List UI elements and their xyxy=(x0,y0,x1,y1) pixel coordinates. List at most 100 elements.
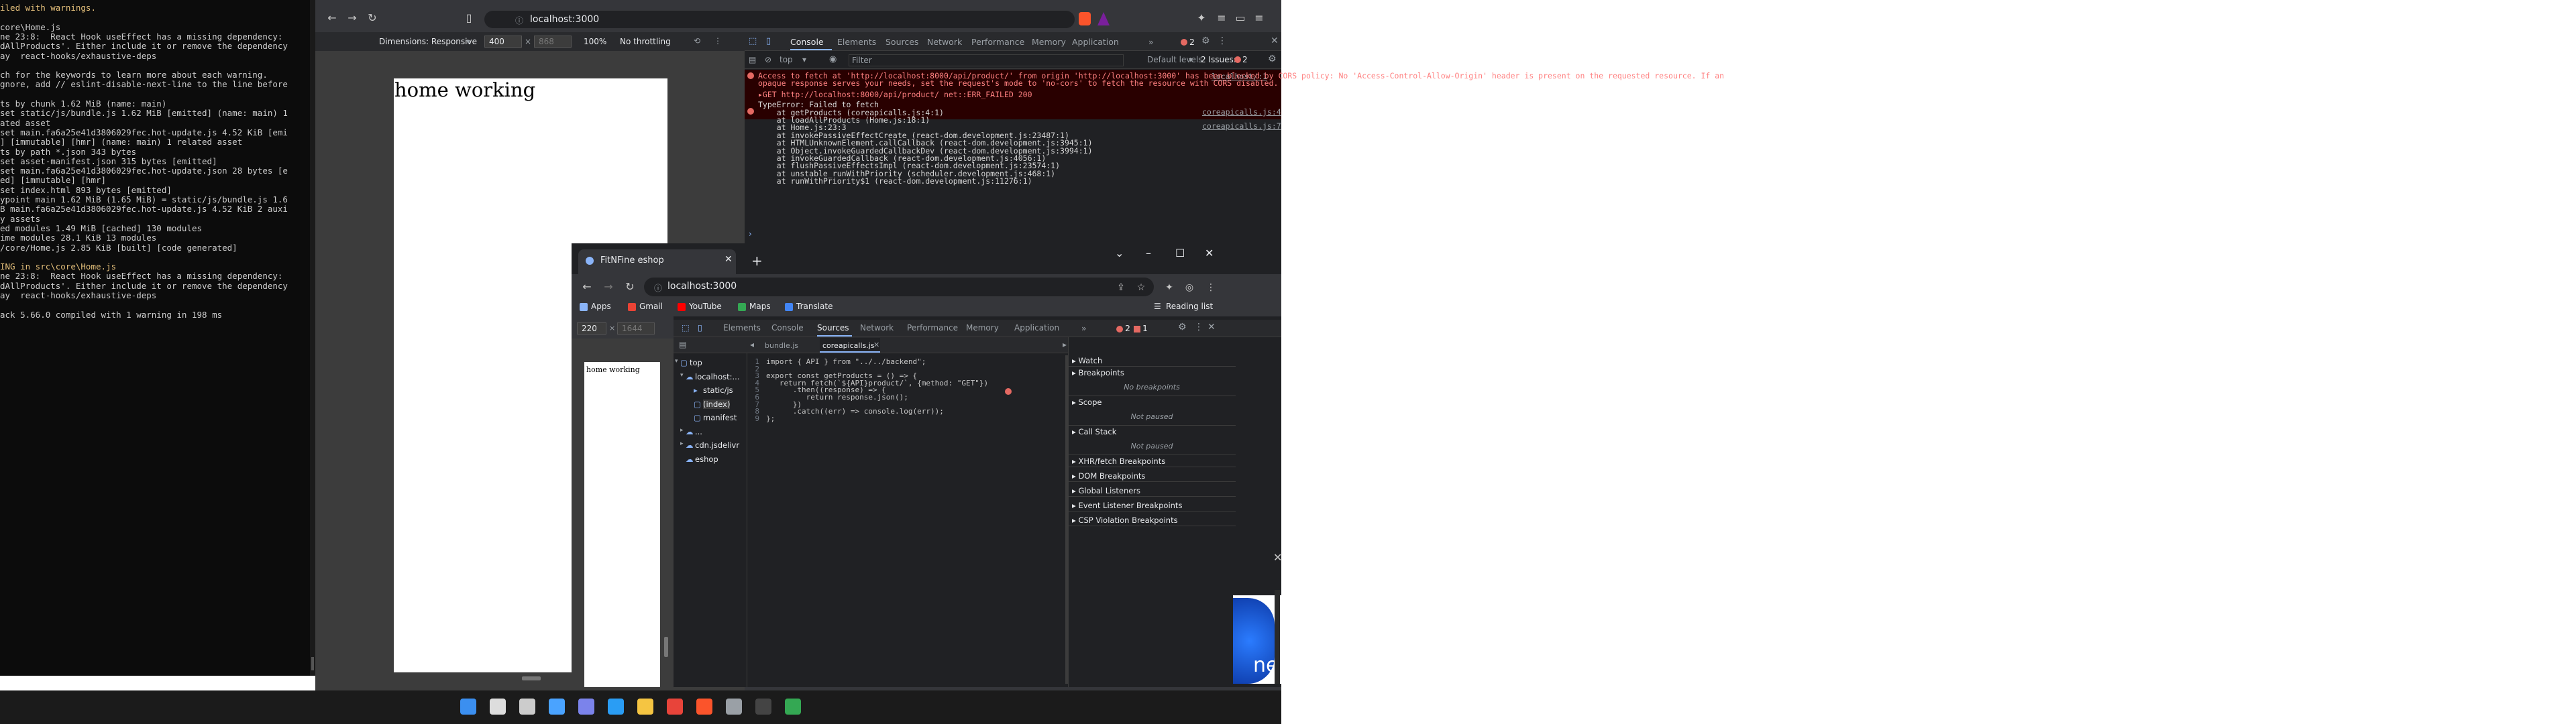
file-tree-arrow-icon[interactable]: ▾ xyxy=(680,372,684,379)
bookmark-maps[interactable]: Maps xyxy=(749,302,771,311)
debugger-section-scope[interactable]: ▸ Scope xyxy=(1072,398,1102,407)
extensions-icon[interactable]: ✦ xyxy=(1194,11,1209,25)
more-tabs-icon[interactable]: » xyxy=(1148,37,1154,47)
forward-arrow-icon[interactable]: → xyxy=(601,280,616,294)
terminal-scroll-thumb[interactable] xyxy=(311,657,314,670)
viewport-resize-handle[interactable] xyxy=(664,637,668,657)
bookmark-star-icon[interactable]: ☆ xyxy=(1134,280,1148,295)
file-tree-item[interactable]: (index) xyxy=(703,399,731,409)
close-devtools-icon[interactable]: ✕ xyxy=(1271,36,1279,46)
devtools-tab-memory[interactable]: Memory xyxy=(1032,37,1066,47)
devtools-tab-sources[interactable]: Sources xyxy=(817,323,849,333)
devtools-more-icon[interactable]: ⋮ xyxy=(1218,36,1227,46)
start-icon[interactable] xyxy=(460,699,476,715)
devtools-tab-elements[interactable]: Elements xyxy=(723,323,761,333)
device-toggle-icon[interactable]: ▯ xyxy=(766,36,771,46)
bookmark-tab-icon[interactable]: ▯ xyxy=(462,11,476,25)
dimensions-select[interactable]: Dimensions: Responsive xyxy=(379,37,477,46)
throttle-select[interactable]: No throttling xyxy=(620,37,671,46)
error-count[interactable]: 2 xyxy=(1125,323,1130,333)
debugger-section-xhr-fetch-breakpoints[interactable]: ▸ XHR/fetch Breakpoints xyxy=(1072,457,1165,466)
devtools-tab-sources[interactable]: Sources xyxy=(885,37,918,47)
debugger-section-watch[interactable]: ▸ Watch xyxy=(1072,356,1102,365)
rotate-icon[interactable]: ⟲ xyxy=(694,36,700,46)
search-icon[interactable] xyxy=(490,699,506,715)
context-dropdown-icon[interactable]: ▾ xyxy=(802,55,806,64)
close-tab-icon[interactable]: ✕ xyxy=(724,254,733,265)
device-toggle-icon[interactable]: ▯ xyxy=(698,322,702,333)
vscode-icon[interactable] xyxy=(608,699,624,715)
device-more-icon[interactable]: ⋮ xyxy=(714,36,722,46)
task-view-icon[interactable] xyxy=(519,699,535,715)
terminal-scrollbar[interactable] xyxy=(310,0,315,676)
file-tree-item[interactable]: eshop xyxy=(695,455,718,464)
bookmark-gmail[interactable]: Gmail xyxy=(639,302,663,311)
sidebar-icon[interactable]: ▭ xyxy=(1233,11,1248,25)
device-height-input[interactable]: 1644 xyxy=(617,322,655,335)
inspect-element-icon[interactable]: ⬚ xyxy=(749,36,757,46)
devtools-tab-application[interactable]: Application xyxy=(1014,323,1059,333)
log-levels-select[interactable]: Default levels xyxy=(1147,55,1202,64)
devtools-tab-memory[interactable]: Memory xyxy=(966,323,999,333)
live-expression-icon[interactable]: ◉ xyxy=(829,54,837,64)
overlay-close-icon[interactable]: ✕ xyxy=(1273,551,1282,564)
file-tree-arrow-icon[interactable]: ▸ xyxy=(680,440,684,447)
site-info-icon[interactable]: ⓘ xyxy=(654,282,662,294)
inspect-element-icon[interactable]: ⬚ xyxy=(682,322,690,333)
devtools-tab-application[interactable]: Application xyxy=(1072,37,1119,47)
debugger-section-dom-breakpoints[interactable]: ▸ DOM Breakpoints xyxy=(1072,471,1145,481)
file-tree-item[interactable]: ... xyxy=(695,427,702,436)
console-prompt-icon[interactable]: › xyxy=(749,229,752,239)
forward-arrow-icon[interactable]: → xyxy=(345,11,360,25)
devtools-tab-network[interactable]: Network xyxy=(927,37,962,47)
brave-shield-icon[interactable] xyxy=(1079,12,1091,25)
issues-count[interactable]: 2 xyxy=(1242,55,1248,64)
maximize-icon[interactable]: ☐ xyxy=(1175,247,1185,259)
debugger-section-global-listeners[interactable]: ▸ Global Listeners xyxy=(1072,486,1140,495)
issues-label[interactable]: 2 Issues: xyxy=(1201,55,1236,64)
bookmark-youtube[interactable]: YouTube xyxy=(689,302,722,311)
brave-icon[interactable] xyxy=(696,699,712,715)
viewport-resize-handle[interactable] xyxy=(522,676,541,680)
tab-search-icon[interactable]: ⌄ xyxy=(1115,247,1124,259)
chrome-icon[interactable] xyxy=(667,699,683,715)
debugger-toggle-icon[interactable]: ▸ xyxy=(1063,340,1067,349)
overlay-scrollbar[interactable] xyxy=(1275,590,1280,684)
reading-list-icon[interactable]: ☰ xyxy=(1154,302,1161,311)
console-message-line[interactable]: ▸GET http://localhost:8000/api/product/ … xyxy=(758,90,1032,99)
file-tree-item[interactable]: top xyxy=(690,358,702,367)
warning-count[interactable]: 1 xyxy=(1142,323,1148,333)
reload-icon[interactable]: ↻ xyxy=(623,280,637,294)
devtools-tab-performance[interactable]: Performance xyxy=(907,323,958,333)
sidebar-toggle-icon[interactable]: ▤ xyxy=(749,55,756,64)
file-tree-item[interactable]: manifest xyxy=(703,413,737,422)
bookmark-apps[interactable]: Apps xyxy=(591,302,611,311)
reading-list-button[interactable]: Reading list xyxy=(1166,302,1213,311)
minimize-icon[interactable]: – xyxy=(1146,247,1151,259)
terminal-window[interactable]: iled with warnings. core\Home.js ne 23:8: … xyxy=(0,0,315,676)
devtools-tab-console[interactable]: Console xyxy=(771,323,804,333)
error-count[interactable]: 2 xyxy=(1189,37,1195,47)
menu-icon[interactable]: ⋮ xyxy=(1203,280,1218,295)
back-arrow-icon[interactable]: ← xyxy=(325,11,339,25)
back-arrow-icon[interactable]: ← xyxy=(580,280,594,294)
debugger-section-call-stack[interactable]: ▸ Call Stack xyxy=(1072,427,1116,436)
share-icon[interactable]: ⇪ xyxy=(1114,280,1128,295)
device-width-input[interactable]: 400 xyxy=(484,36,522,48)
clear-console-icon[interactable]: ⊘ xyxy=(765,55,771,64)
dimensions-dropdown-icon[interactable]: ▾ xyxy=(466,37,470,46)
context-select[interactable]: top xyxy=(780,55,793,64)
console-filter-input[interactable]: Filter xyxy=(849,54,1124,66)
file-tree-arrow-icon[interactable]: ▾ xyxy=(675,358,678,365)
device-width-input[interactable]: 220 xyxy=(577,322,606,335)
site-info-icon[interactable]: ⓘ xyxy=(515,15,523,26)
file-tab-bundle[interactable]: bundle.js xyxy=(765,341,798,350)
settings-gear-icon[interactable]: ⚙ xyxy=(1178,322,1187,333)
widgets-icon[interactable] xyxy=(549,699,565,715)
navigator-toggle-icon[interactable]: ▤ xyxy=(679,340,686,349)
levels-dropdown-icon[interactable]: ▾ xyxy=(1189,55,1193,64)
source-link[interactable]: coreapicalls.js:4 xyxy=(1202,107,1281,117)
more-tabs-icon[interactable]: » xyxy=(1081,323,1087,333)
profile-icon[interactable]: ◎ xyxy=(1182,280,1197,295)
extensions-icon[interactable]: ✦ xyxy=(1162,280,1177,295)
